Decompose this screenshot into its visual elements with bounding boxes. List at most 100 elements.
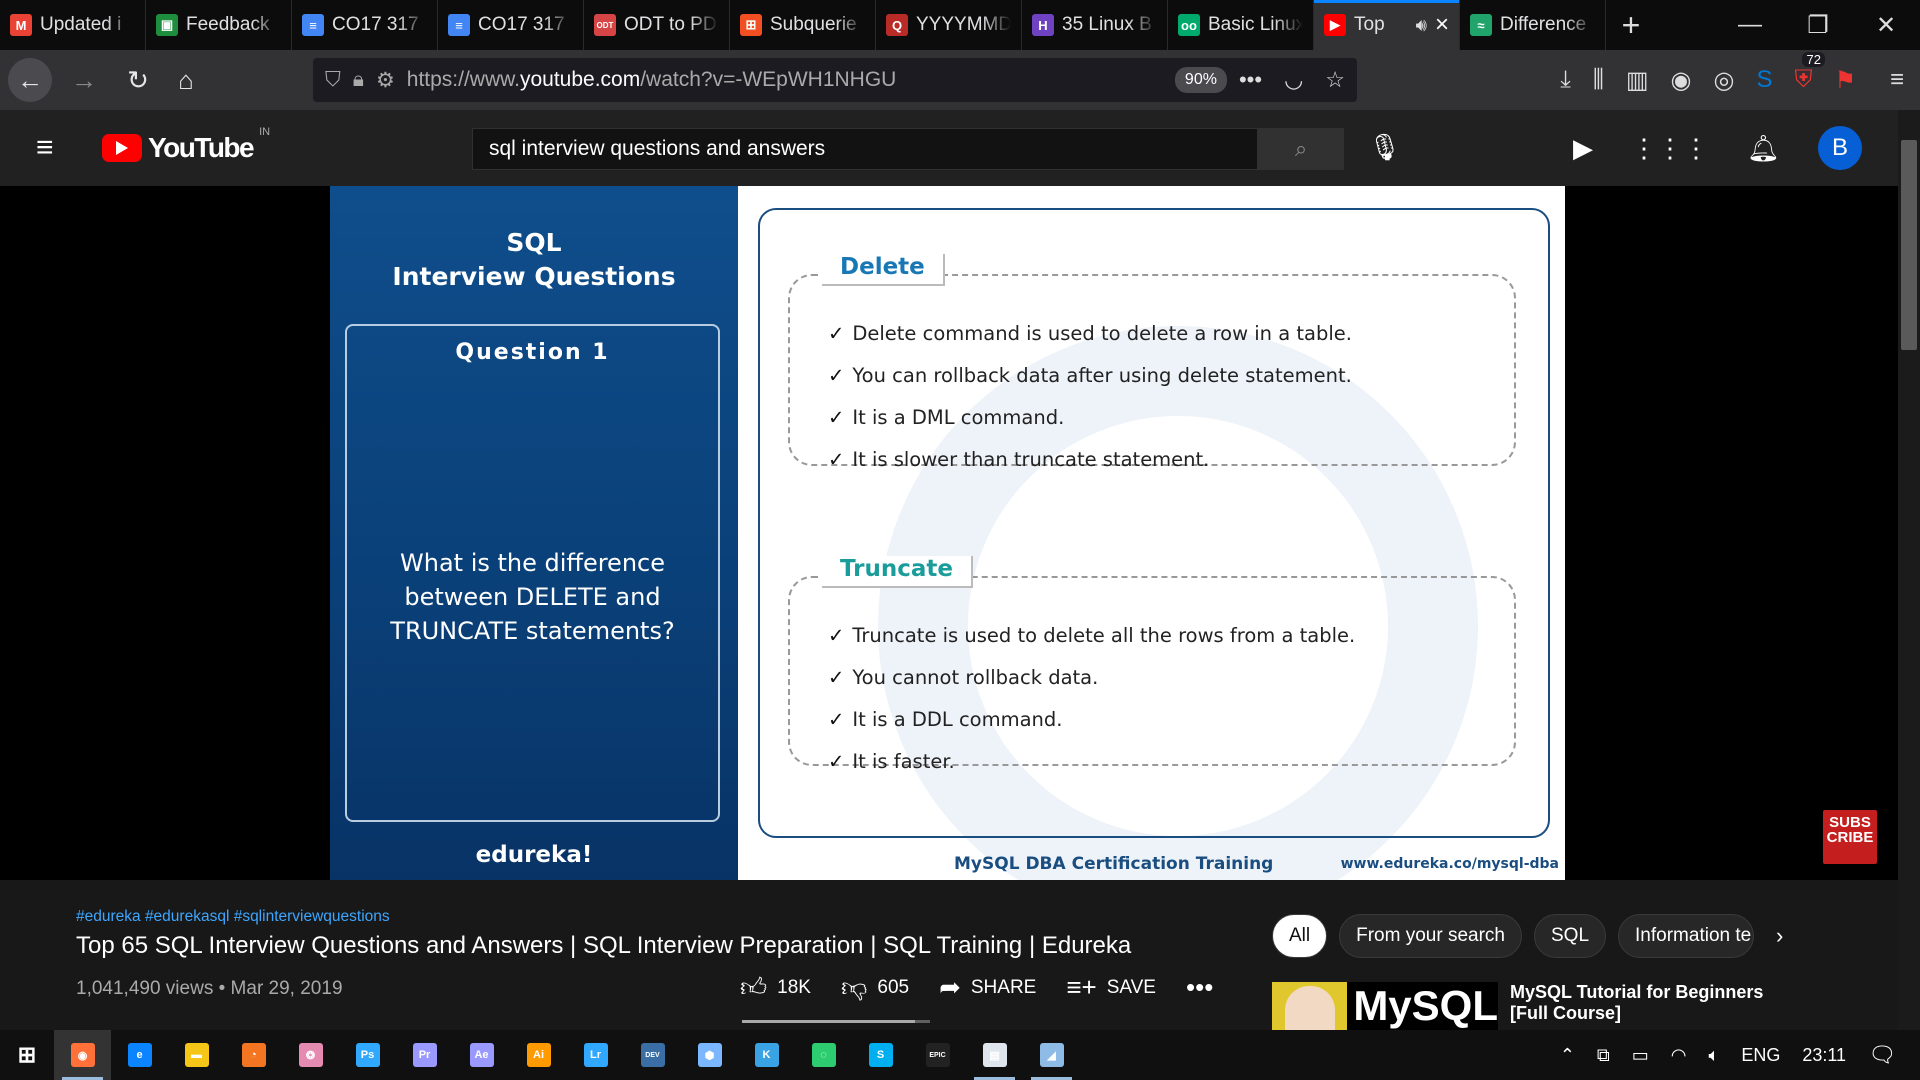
notifications-bell-icon[interactable]: 🔔︎ bbox=[1747, 133, 1780, 164]
pocket-icon[interactable]: ◡ bbox=[1284, 67, 1303, 93]
slide-title-line1: SQL bbox=[506, 228, 562, 257]
sidebar-icon[interactable]: ▥ bbox=[1626, 66, 1649, 95]
reload-button[interactable]: ↻ bbox=[116, 58, 160, 102]
action-center-icon[interactable]: 🗨︎ bbox=[1868, 1042, 1896, 1068]
browser-tab[interactable]: oo Basic Linux bbox=[1168, 0, 1314, 50]
battery-icon[interactable]: ▭ bbox=[1632, 1045, 1649, 1066]
search-button[interactable]: ⌕ bbox=[1258, 128, 1344, 170]
photoshop-icon[interactable]: Ps bbox=[339, 1030, 396, 1080]
brain-icon[interactable]: ❂ bbox=[282, 1030, 339, 1080]
downloads-icon[interactable]: ⤓ bbox=[1560, 66, 1571, 94]
page-scrollbar[interactable] bbox=[1898, 110, 1920, 1050]
forward-button[interactable]: → bbox=[62, 58, 106, 102]
illustrator-icon[interactable]: Ai bbox=[510, 1030, 567, 1080]
search-input[interactable]: sql interview questions and answers bbox=[472, 128, 1258, 170]
filter-chip[interactable]: All bbox=[1272, 914, 1328, 958]
save-button[interactable]: ≡+ SAVE bbox=[1066, 972, 1156, 1003]
notepad-icon[interactable]: ▤ bbox=[966, 1030, 1023, 1080]
hexagon-app-icon[interactable]: ⬢ bbox=[681, 1030, 738, 1080]
spinner-app-icon[interactable]: ◌ bbox=[795, 1030, 852, 1080]
browser-tab[interactable]: Q YYYYMMD bbox=[876, 0, 1022, 50]
filter-chip[interactable]: Information te bbox=[1618, 914, 1755, 958]
after-effects-icon[interactable]: Ae bbox=[453, 1030, 510, 1080]
account-icon[interactable]: ◉ bbox=[1671, 66, 1692, 95]
illustrator-icon-glyph: Ai bbox=[526, 1043, 551, 1067]
paint-icon[interactable]: ◢ bbox=[1023, 1030, 1080, 1080]
lock-icon[interactable]: 🔒︎ bbox=[353, 68, 364, 92]
zoom-level-badge[interactable]: 90% bbox=[1174, 67, 1227, 93]
browser-tab-strip: M Updated i ▣ Feedback ≡ CO17 317 ≡ CO17 317 ODT… bbox=[0, 0, 1920, 50]
browser-tab[interactable]: ≡ CO17 317 bbox=[438, 0, 584, 50]
recommended-video-title[interactable]: MySQL Tutorial for Beginners [Full Cours… bbox=[1510, 982, 1800, 1024]
close-tab-icon[interactable]: × bbox=[1435, 11, 1449, 39]
bookmark-star-icon[interactable]: ☆ bbox=[1325, 67, 1345, 93]
avatar[interactable]: B bbox=[1818, 126, 1862, 170]
wifi-icon[interactable]: ◠ bbox=[1671, 1045, 1687, 1066]
lightroom-icon[interactable]: Lr bbox=[567, 1030, 624, 1080]
clock[interactable]: 23:11 bbox=[1802, 1045, 1846, 1066]
permissions-icon[interactable]: ⚙ bbox=[376, 68, 395, 93]
filter-chip[interactable]: From your search bbox=[1339, 914, 1522, 958]
crunchyroll-icon[interactable]: ◔ bbox=[225, 1030, 282, 1080]
epic-games-icon[interactable]: EPIC bbox=[909, 1030, 966, 1080]
edge-icon[interactable]: e bbox=[111, 1030, 168, 1080]
devcpp-icon[interactable]: DEV bbox=[624, 1030, 681, 1080]
page-actions-icon[interactable]: ••• bbox=[1239, 67, 1262, 93]
video-player[interactable]: SQL Interview Questions Question 1 What … bbox=[0, 186, 1898, 880]
premiere-icon[interactable]: Pr bbox=[396, 1030, 453, 1080]
tab-audio-icon[interactable]: 🔊︎ bbox=[1416, 15, 1427, 36]
like-button[interactable]: 👍︎ 18K bbox=[740, 972, 811, 1003]
shield-icon[interactable]: ⛉ bbox=[325, 68, 341, 92]
subscribe-watermark-button[interactable]: SUBS CRIBE bbox=[1823, 810, 1877, 864]
url-text[interactable]: https://www.youtube.com/watch?v=-WEpWH1N… bbox=[407, 68, 1163, 92]
menu-icon[interactable]: ≡ bbox=[1890, 66, 1904, 94]
restore-button[interactable]: ❐ bbox=[1784, 0, 1852, 50]
extension-badge: 72 bbox=[1802, 52, 1825, 67]
browser-tab[interactable]: ⊞ Subquerie bbox=[730, 0, 876, 50]
firefox-icon[interactable]: ◉ bbox=[54, 1030, 111, 1080]
browser-tab[interactable]: ▶ Top 🔊︎ × bbox=[1314, 0, 1460, 50]
answer-point-text: It is a DDL command. bbox=[852, 708, 1063, 731]
browser-tab[interactable]: ODT ODT to PD bbox=[584, 0, 730, 50]
url-bar[interactable]: ⛉ 🔒︎ ⚙ https://www.youtube.com/watch?v=-… bbox=[313, 58, 1357, 102]
video-hashtags[interactable]: #edureka #edurekasql #sqlinterviewquesti… bbox=[76, 908, 390, 926]
share-button[interactable]: ➦ SHARE bbox=[939, 972, 1036, 1003]
close-window-button[interactable]: ✕ bbox=[1852, 0, 1920, 50]
chevron-right-icon[interactable]: › bbox=[1776, 923, 1783, 949]
tray-chevron-icon[interactable]: ⌃ bbox=[1560, 1045, 1575, 1066]
more-actions-button[interactable]: ••• bbox=[1186, 972, 1213, 1003]
scrollbar-thumb[interactable] bbox=[1901, 140, 1917, 350]
browser-tab[interactable]: M Updated i bbox=[0, 0, 146, 50]
checkmark-icon: ✓ bbox=[828, 448, 845, 471]
extension-icon[interactable]: ◎ bbox=[1714, 66, 1735, 95]
ublock-icon[interactable]: 72 ⛨ bbox=[1794, 52, 1825, 94]
tray-device-icon[interactable]: ⧉ bbox=[1597, 1045, 1610, 1066]
dislike-button[interactable]: 👎︎ 605 bbox=[841, 972, 909, 1003]
new-tab-button[interactable]: + bbox=[1606, 0, 1656, 50]
create-video-icon[interactable]: ▶︎ bbox=[1573, 133, 1593, 164]
home-button[interactable]: ⌂ bbox=[164, 58, 208, 102]
checkmark-icon: ✓ bbox=[828, 322, 845, 345]
language-indicator[interactable]: ENG bbox=[1741, 1045, 1780, 1066]
browser-tab[interactable]: H 35 Linux B bbox=[1022, 0, 1168, 50]
back-button[interactable]: ← bbox=[8, 58, 52, 102]
skype-extension-icon[interactable]: S bbox=[1756, 66, 1772, 94]
view-count: 1,041,490 views bbox=[76, 978, 214, 999]
apps-grid-icon[interactable]: ⋮⋮⋮ bbox=[1631, 133, 1709, 164]
minimize-button[interactable]: — bbox=[1716, 0, 1784, 50]
browser-tab[interactable]: ▣ Feedback bbox=[146, 0, 292, 50]
youtube-logo[interactable]: YouTube IN bbox=[102, 126, 270, 164]
hamburger-menu-icon[interactable]: ≡ bbox=[36, 131, 66, 165]
filter-chip[interactable]: SQL bbox=[1534, 914, 1607, 958]
pdf-extension-icon[interactable]: ⚑ bbox=[1834, 66, 1856, 95]
volume-icon[interactable]: 🔈︎ bbox=[1709, 1045, 1720, 1066]
start-windows-icon[interactable]: ⊞ bbox=[0, 1030, 54, 1080]
krita-icon[interactable]: K bbox=[738, 1030, 795, 1080]
file-explorer-icon[interactable]: ▬ bbox=[168, 1030, 225, 1080]
browser-tab[interactable]: ≡ CO17 317 bbox=[292, 0, 438, 50]
recommended-thumbnail[interactable]: MySQL bbox=[1272, 982, 1498, 1030]
library-icon[interactable]: ⫼ bbox=[1593, 66, 1604, 94]
skype-icon[interactable]: S bbox=[852, 1030, 909, 1080]
browser-tab[interactable]: ≈ Difference bbox=[1460, 0, 1606, 50]
microphone-icon[interactable]: 🎙︎ bbox=[1368, 132, 1401, 163]
